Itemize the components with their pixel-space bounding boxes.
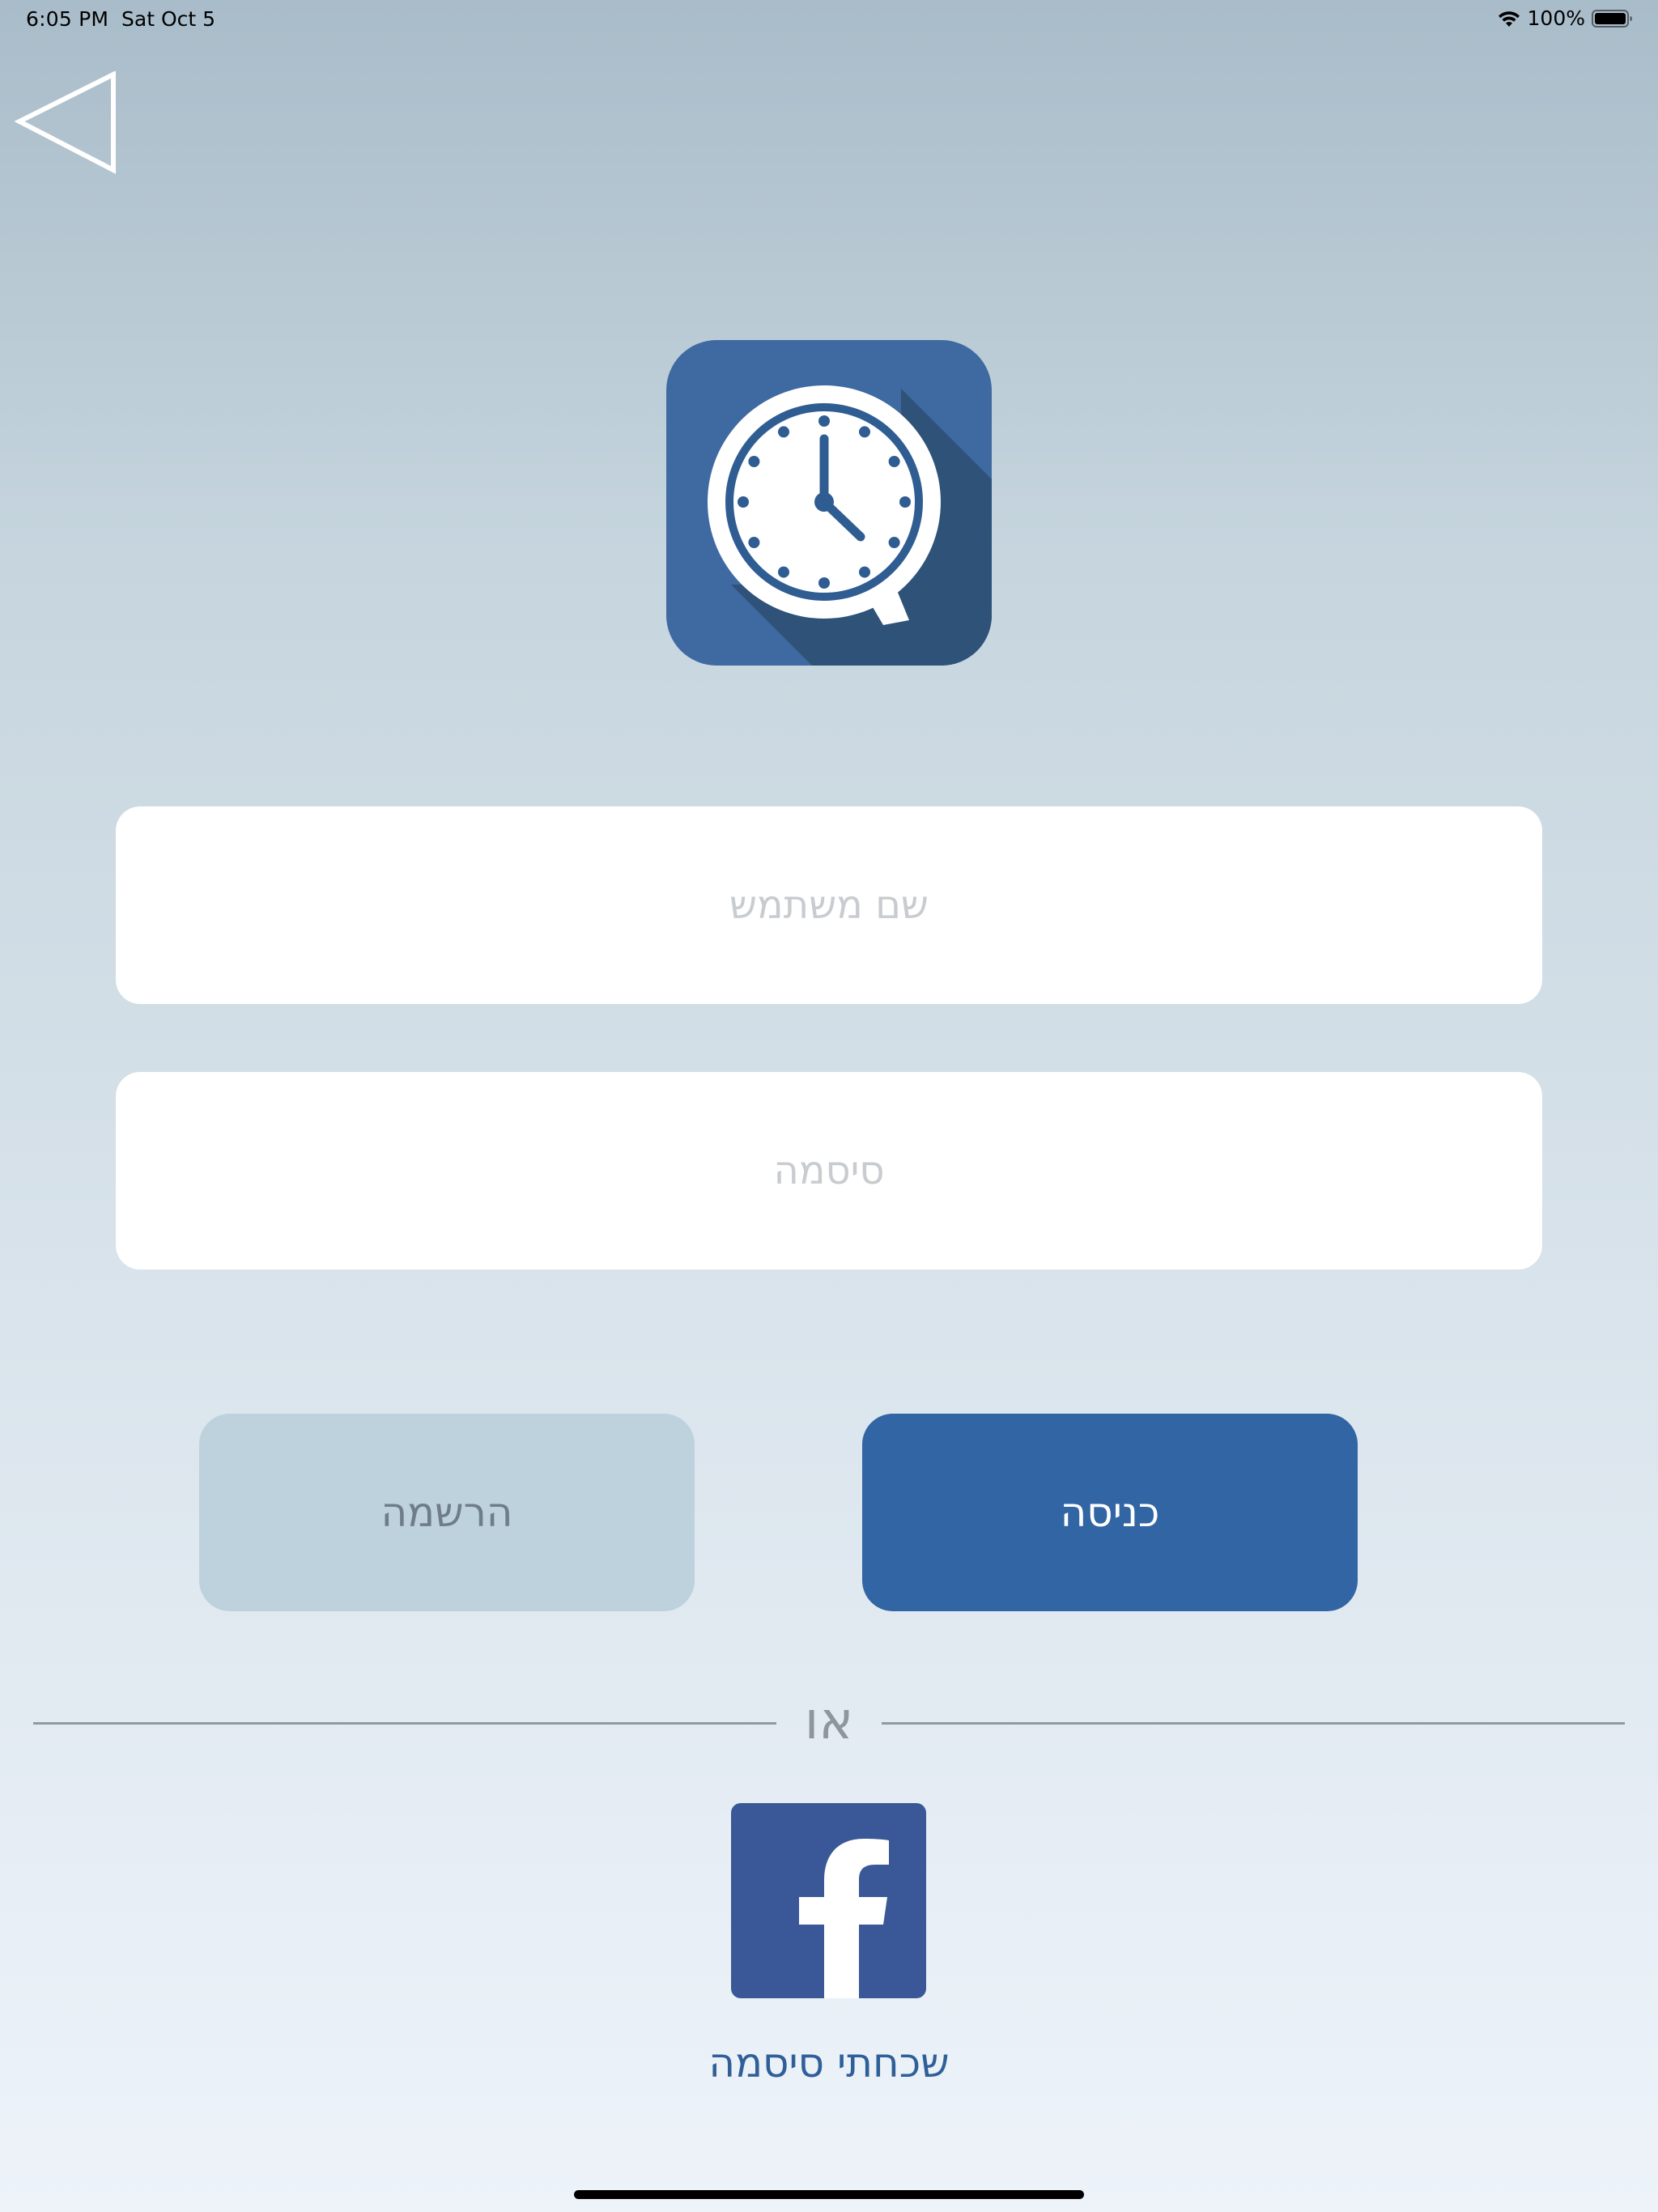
login-button-label: כניסה <box>1060 1489 1160 1536</box>
battery-icon <box>1592 9 1634 28</box>
forgot-password-link[interactable]: שכחתי סיסמה <box>586 2031 1072 2095</box>
back-triangle-icon <box>14 70 116 174</box>
app-logo <box>666 340 992 666</box>
divider-or-text: או <box>804 1691 854 1751</box>
wifi-icon <box>1497 9 1521 28</box>
register-button-label: הרשמה <box>380 1489 513 1536</box>
password-field[interactable] <box>116 1072 1542 1270</box>
battery-percent: 100% <box>1527 6 1585 30</box>
status-indicators: 100% <box>1497 6 1634 30</box>
username-field[interactable] <box>116 806 1542 1004</box>
back-button[interactable] <box>14 70 118 175</box>
register-button[interactable]: הרשמה <box>199 1414 695 1611</box>
divider-line-right <box>882 1722 1625 1725</box>
username-input[interactable] <box>116 806 1542 1004</box>
divider-line-left <box>33 1722 776 1725</box>
password-input[interactable] <box>116 1072 1542 1270</box>
status-time: 6:05 PM <box>26 7 109 31</box>
home-indicator[interactable] <box>574 2190 1084 2199</box>
status-bar: 6:05 PM Sat Oct 5 100% <box>0 0 1658 39</box>
login-button[interactable]: כניסה <box>862 1414 1358 1611</box>
clock-app-logo <box>666 340 992 666</box>
facebook-icon <box>799 1839 889 1998</box>
facebook-login-button[interactable] <box>731 1803 926 1998</box>
status-date: Sat Oct 5 <box>121 7 216 31</box>
